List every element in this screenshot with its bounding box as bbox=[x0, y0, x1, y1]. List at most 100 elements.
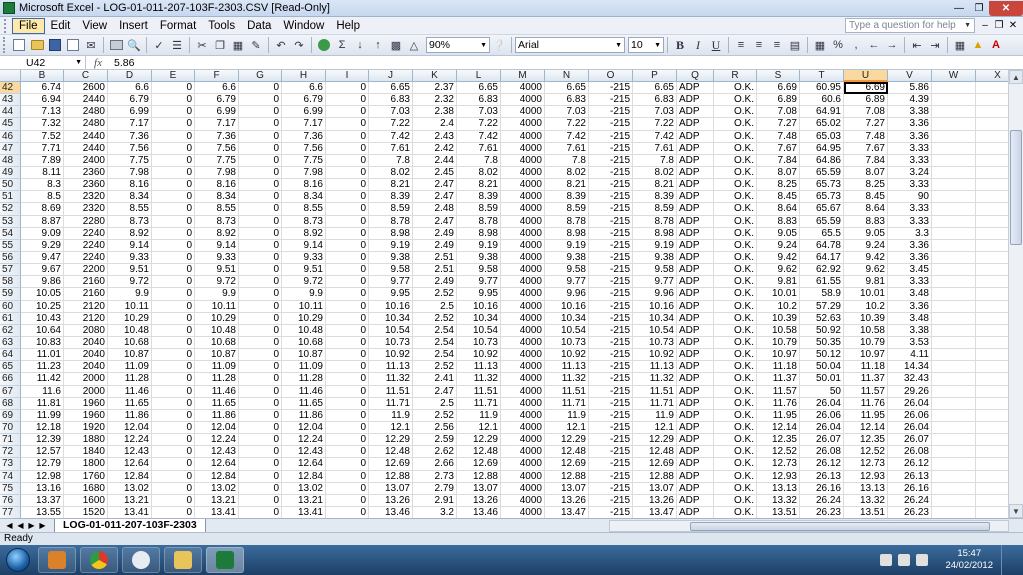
cell[interactable]: ADP bbox=[677, 446, 714, 459]
cell[interactable]: 12.24 bbox=[108, 434, 152, 447]
cell[interactable]: 9.96 bbox=[633, 288, 677, 301]
font-size-select[interactable]: 10 ▼ bbox=[628, 37, 664, 53]
cell[interactable]: 2440 bbox=[64, 142, 108, 155]
cell[interactable]: 26.07 bbox=[800, 434, 844, 447]
cell[interactable]: 9.9 bbox=[195, 288, 239, 301]
cell[interactable]: 0 bbox=[152, 494, 195, 507]
cell[interactable]: 0 bbox=[152, 215, 195, 228]
cell[interactable]: -215 bbox=[589, 264, 633, 277]
show-desktop-button[interactable] bbox=[1001, 545, 1013, 575]
cell[interactable]: 1920 bbox=[64, 421, 108, 435]
cell[interactable]: 65.02 bbox=[800, 118, 844, 131]
cell[interactable]: 26.16 bbox=[888, 482, 932, 495]
cell[interactable]: 9.38 bbox=[633, 251, 677, 265]
zoom-select[interactable]: 90% ▼ bbox=[426, 37, 490, 53]
cell[interactable]: 0 bbox=[152, 324, 195, 337]
cell[interactable]: 8.39 bbox=[545, 191, 589, 204]
cell[interactable]: 9.72 bbox=[108, 276, 152, 289]
column-header-v[interactable]: V bbox=[888, 70, 932, 82]
cell[interactable]: 12.93 bbox=[844, 470, 888, 483]
cell[interactable]: 0 bbox=[152, 336, 195, 350]
cell[interactable]: 6.65 bbox=[545, 82, 589, 95]
cell[interactable]: 2.44 bbox=[413, 154, 457, 167]
cell[interactable]: 12.84 bbox=[108, 470, 152, 483]
cell[interactable]: 2.49 bbox=[413, 227, 457, 240]
cell[interactable]: 65.73 bbox=[800, 191, 844, 204]
cell[interactable]: 0 bbox=[152, 349, 195, 362]
cell[interactable]: O.K. bbox=[714, 385, 757, 398]
cell[interactable]: O.K. bbox=[714, 82, 757, 95]
cell[interactable]: 9.38 bbox=[545, 251, 589, 265]
cell[interactable]: 10.73 bbox=[369, 336, 413, 350]
cell[interactable]: 7.42 bbox=[633, 130, 677, 143]
cell[interactable]: 9.58 bbox=[457, 264, 501, 277]
cell[interactable]: 0 bbox=[326, 154, 369, 167]
cell[interactable]: 2600 bbox=[64, 82, 108, 95]
cell[interactable]: 0 bbox=[152, 361, 195, 374]
cell[interactable]: 9.9 bbox=[282, 288, 326, 301]
cell[interactable] bbox=[976, 349, 1008, 362]
cell[interactable]: 0 bbox=[239, 458, 282, 471]
cell[interactable]: 7.71 bbox=[21, 142, 64, 155]
doc-close-button[interactable]: ✕ bbox=[1006, 20, 1020, 31]
cell[interactable]: 2000 bbox=[64, 385, 108, 398]
cell[interactable]: 7.27 bbox=[844, 118, 888, 131]
cell[interactable]: 2.49 bbox=[413, 276, 457, 289]
cell[interactable]: 0 bbox=[239, 106, 282, 119]
cell[interactable]: 65.03 bbox=[800, 130, 844, 143]
cell[interactable]: 50.04 bbox=[800, 361, 844, 374]
cell[interactable]: 1600 bbox=[64, 494, 108, 507]
cell[interactable]: 8.34 bbox=[282, 191, 326, 204]
cell[interactable]: 9.05 bbox=[757, 227, 800, 240]
row-header[interactable]: 58 bbox=[0, 276, 21, 289]
cell[interactable]: 4000 bbox=[501, 130, 545, 143]
cell[interactable]: 12.24 bbox=[195, 434, 239, 447]
cell[interactable]: 6.83 bbox=[457, 94, 501, 107]
cell[interactable]: 12.04 bbox=[195, 421, 239, 435]
cell[interactable]: 64.91 bbox=[800, 106, 844, 119]
cell[interactable]: 4000 bbox=[501, 409, 545, 422]
cell[interactable]: 11.37 bbox=[757, 373, 800, 386]
column-header-n[interactable]: N bbox=[545, 70, 589, 82]
cell[interactable]: 0 bbox=[239, 264, 282, 277]
cell[interactable]: 6.6 bbox=[108, 82, 152, 95]
paste-icon[interactable]: ▦ bbox=[230, 37, 246, 53]
cell[interactable]: 12.14 bbox=[757, 421, 800, 435]
cell[interactable]: 10.16 bbox=[369, 300, 413, 313]
cell[interactable]: O.K. bbox=[714, 336, 757, 350]
cell[interactable]: 6.99 bbox=[195, 106, 239, 119]
cell[interactable]: 32.43 bbox=[888, 373, 932, 386]
cell[interactable]: 2480 bbox=[64, 106, 108, 119]
cell[interactable]: 10.92 bbox=[633, 349, 677, 362]
cell[interactable]: 9.62 bbox=[757, 264, 800, 277]
cell[interactable]: ADP bbox=[677, 421, 714, 435]
cell[interactable]: 4000 bbox=[501, 482, 545, 495]
cell[interactable]: 8.73 bbox=[195, 215, 239, 228]
cell[interactable]: 8.98 bbox=[457, 227, 501, 240]
cell[interactable]: -215 bbox=[589, 191, 633, 204]
cell[interactable]: 0 bbox=[326, 251, 369, 265]
cell[interactable]: 65.59 bbox=[800, 215, 844, 228]
cell[interactable]: 0 bbox=[326, 494, 369, 507]
cell[interactable]: 1880 bbox=[64, 434, 108, 447]
cell[interactable]: 65.59 bbox=[800, 166, 844, 180]
cell[interactable]: 7.61 bbox=[545, 142, 589, 155]
cell[interactable]: O.K. bbox=[714, 482, 757, 495]
cell[interactable]: 9.19 bbox=[633, 239, 677, 252]
cell[interactable]: 2240 bbox=[64, 227, 108, 240]
cell[interactable]: 7.22 bbox=[633, 118, 677, 131]
cell[interactable]: 7.08 bbox=[844, 106, 888, 119]
cell[interactable] bbox=[976, 191, 1008, 204]
cell[interactable]: 12.69 bbox=[633, 458, 677, 471]
cell[interactable]: 4000 bbox=[501, 106, 545, 119]
cell[interactable]: 12.57 bbox=[21, 446, 64, 459]
cell[interactable]: 8.59 bbox=[545, 203, 589, 216]
row-header[interactable]: 73 bbox=[0, 458, 21, 471]
cell[interactable]: 10.48 bbox=[108, 324, 152, 337]
cell[interactable]: 11.32 bbox=[369, 373, 413, 386]
column-header-d[interactable]: D bbox=[108, 70, 152, 82]
cell[interactable]: -215 bbox=[589, 142, 633, 155]
cell[interactable]: 8.98 bbox=[633, 227, 677, 240]
cell[interactable]: 7.61 bbox=[369, 142, 413, 155]
cell[interactable]: 2480 bbox=[64, 118, 108, 131]
